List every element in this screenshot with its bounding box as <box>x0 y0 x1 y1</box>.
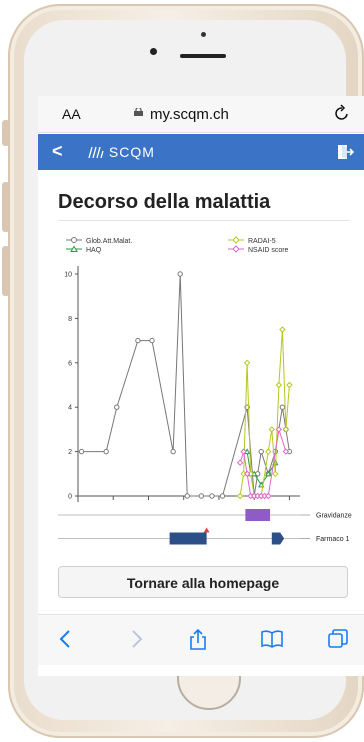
data-point <box>170 448 176 455</box>
legend-item-haq: HAQ <box>66 245 102 254</box>
legend-marker-glob <box>71 237 77 243</box>
y-tick-label: 0 <box>68 494 72 501</box>
front-camera <box>150 48 157 55</box>
chart-legend: Glob.Att.Malat. HAQ RADAI-5 NSAID score <box>66 236 289 254</box>
legend-label-haq: HAQ <box>86 247 102 254</box>
tabs-icon[interactable] <box>328 629 348 649</box>
screen: AA my.scqm.ch < SCQM Decorso della malat… <box>38 96 364 676</box>
title-divider <box>58 220 350 221</box>
treatment-timeline: GravidanzeFarmaco 1Farmaco 2Farmaco 3Far… <box>58 509 352 545</box>
data-point <box>268 426 276 433</box>
data-point <box>258 448 264 455</box>
timeline-bar <box>169 532 207 545</box>
page-title: Decorso della malattia <box>58 191 271 213</box>
back-chevron-icon[interactable]: < <box>52 141 63 162</box>
data-point <box>279 404 286 410</box>
text-size-button[interactable]: AA <box>62 106 81 122</box>
data-point <box>219 493 226 499</box>
data-point <box>265 492 272 500</box>
back-icon[interactable] <box>58 629 74 649</box>
y-tick-label: 2 <box>68 449 72 456</box>
y-tick-labels: 0 2 4 6 8 10 <box>64 272 78 501</box>
data-point <box>279 326 286 333</box>
data-point <box>265 448 272 455</box>
data-point <box>275 381 283 389</box>
data-point <box>149 337 155 344</box>
data-point <box>177 271 183 277</box>
legend-label-nsaid: NSAID score <box>248 247 289 254</box>
earpiece-speaker <box>180 54 226 58</box>
scqm-logo-mark-icon <box>88 146 104 159</box>
app-navbar: < SCQM <box>38 134 364 170</box>
address-bar[interactable]: AA my.scqm.ch <box>38 96 364 133</box>
legend-label-radai: RADAI-5 <box>248 238 276 245</box>
scqm-logo: SCQM <box>88 144 155 160</box>
data-point <box>236 492 244 500</box>
forward-icon[interactable] <box>128 629 144 649</box>
legend-label-glob: Glob.Att.Malat. <box>86 238 132 245</box>
browser-toolbar <box>38 614 364 665</box>
lock-icon <box>134 108 143 116</box>
timeline-bar <box>271 532 285 545</box>
series-line-0 <box>81 273 290 497</box>
data-point <box>114 404 120 410</box>
data-point <box>184 493 190 499</box>
reload-icon[interactable] <box>334 104 350 122</box>
data-point <box>78 448 85 455</box>
timeline-row-label: Gravidanze <box>316 513 352 520</box>
logo-text: SCQM <box>108 144 155 160</box>
y-tick-label: 6 <box>68 360 72 367</box>
share-icon[interactable] <box>188 629 208 651</box>
legend-item-glob: Glob.Att.Malat. <box>66 237 132 245</box>
url-text[interactable]: my.scqm.ch <box>150 106 229 123</box>
data-point <box>103 448 109 455</box>
logout-icon[interactable] <box>336 143 354 161</box>
back-to-homepage-button[interactable]: Tornare alla homepage <box>58 566 348 598</box>
legend-marker-nsaid <box>232 245 240 253</box>
front-sensor <box>201 32 206 37</box>
legend-item-nsaid: NSAID score <box>228 245 289 254</box>
timeline-row-label: Farmaco 1 <box>316 536 350 543</box>
line-chart-axes <box>77 266 300 502</box>
data-point <box>243 359 251 367</box>
data-point <box>272 470 279 478</box>
legend-marker-radai <box>232 236 240 244</box>
line-series <box>78 271 293 500</box>
warning-marker-icon <box>203 527 210 533</box>
data-point <box>209 493 215 499</box>
data-point <box>236 459 244 466</box>
bookmarks-icon[interactable] <box>260 629 284 649</box>
mute-switch <box>2 120 10 146</box>
data-point <box>198 493 205 499</box>
y-tick-label: 10 <box>64 272 72 279</box>
y-tick-label: 4 <box>68 405 72 412</box>
legend-item-radai: RADAI-5 <box>228 236 276 245</box>
volume-up-button <box>2 182 10 232</box>
data-point <box>286 381 293 389</box>
y-tick-label: 8 <box>68 316 72 323</box>
disease-course-chart: Glob.Att.Malat. HAQ RADAI-5 NSAID score <box>58 236 352 545</box>
volume-down-button <box>2 246 10 296</box>
data-point <box>135 337 141 344</box>
timeline-bar <box>245 509 271 521</box>
